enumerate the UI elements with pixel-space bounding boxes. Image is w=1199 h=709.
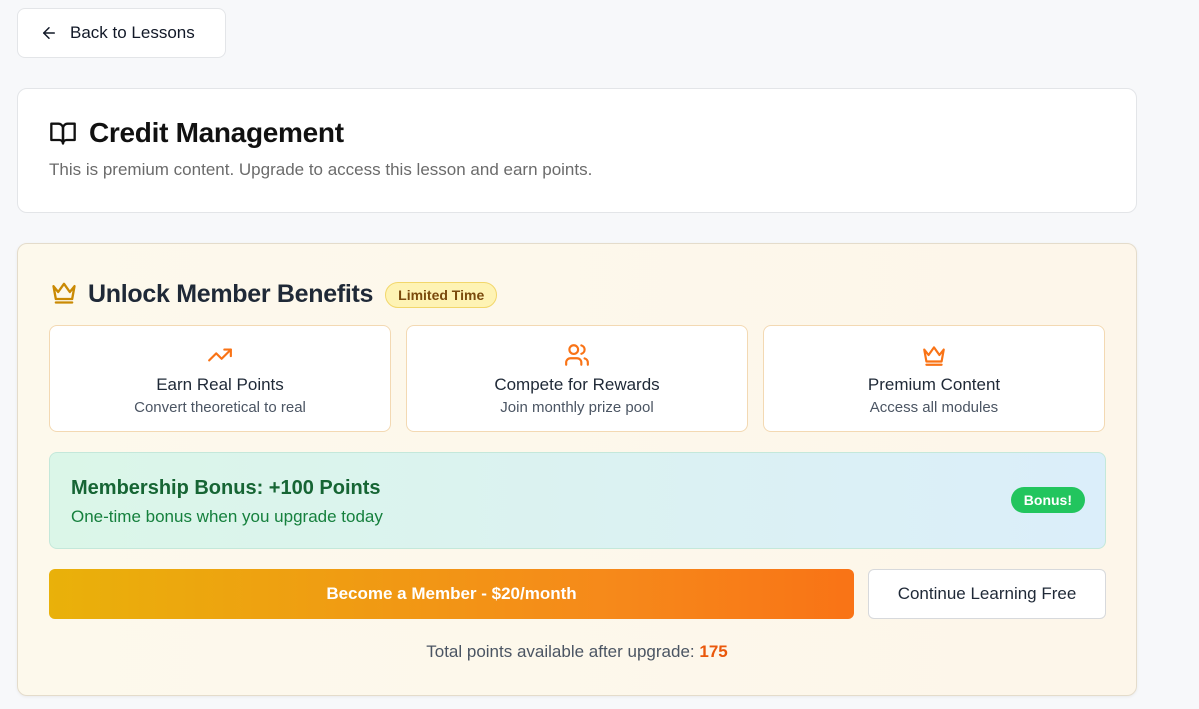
crown-icon: [923, 346, 945, 366]
become-member-button[interactable]: Become a Member - $20/month: [49, 569, 854, 619]
book-open-icon: [50, 122, 76, 145]
feature-card-premium-content: Premium Content Access all modules: [763, 325, 1105, 432]
total-points-label: Total points available after upgrade:: [426, 642, 695, 661]
benefits-header: Unlock Member Benefits Limited Time: [50, 278, 498, 311]
back-to-lessons-button[interactable]: Back to Lessons: [17, 8, 226, 58]
back-button-label: Back to Lessons: [70, 23, 195, 42]
bonus-badge: Bonus!: [1010, 487, 1085, 513]
member-benefits-card: Unlock Member Benefits Limited Time Earn…: [17, 243, 1137, 696]
arrow-left-icon: [43, 27, 55, 39]
lesson-header-card: Credit Management This is premium conten…: [17, 88, 1137, 213]
bonus-description: One-time bonus when you upgrade today: [71, 507, 383, 526]
feature-description: Access all modules: [869, 399, 999, 416]
feature-card-compete-rewards: Compete for Rewards Join monthly prize p…: [406, 325, 748, 432]
membership-bonus-banner: Membership Bonus: +100 Points One-time b…: [49, 452, 1106, 549]
crown-icon: [50, 278, 78, 311]
total-points-value: 175: [699, 642, 728, 661]
trending-up-icon: [208, 348, 232, 362]
feature-description: Convert theoretical to real: [134, 399, 306, 416]
continue-free-button[interactable]: Continue Learning Free: [868, 569, 1106, 619]
lesson-title-row: Credit Management: [49, 117, 344, 149]
lesson-subtitle: This is premium content. Upgrade to acce…: [49, 160, 593, 179]
total-points-text: Total points available after upgrade: 17…: [18, 642, 1136, 662]
bonus-title: Membership Bonus: +100 Points: [71, 477, 381, 499]
benefits-title: Unlock Member Benefits: [88, 280, 374, 308]
feature-description: Join monthly prize pool: [500, 399, 654, 416]
page-title: Credit Management: [89, 117, 344, 148]
users-icon: [565, 344, 589, 366]
feature-title: Earn Real Points: [156, 375, 284, 394]
feature-title: Premium Content: [867, 375, 1001, 394]
feature-card-earn-points: Earn Real Points Convert theoretical to …: [49, 325, 391, 432]
limited-time-badge: Limited Time: [385, 281, 498, 308]
feature-title: Compete for Rewards: [494, 375, 660, 394]
